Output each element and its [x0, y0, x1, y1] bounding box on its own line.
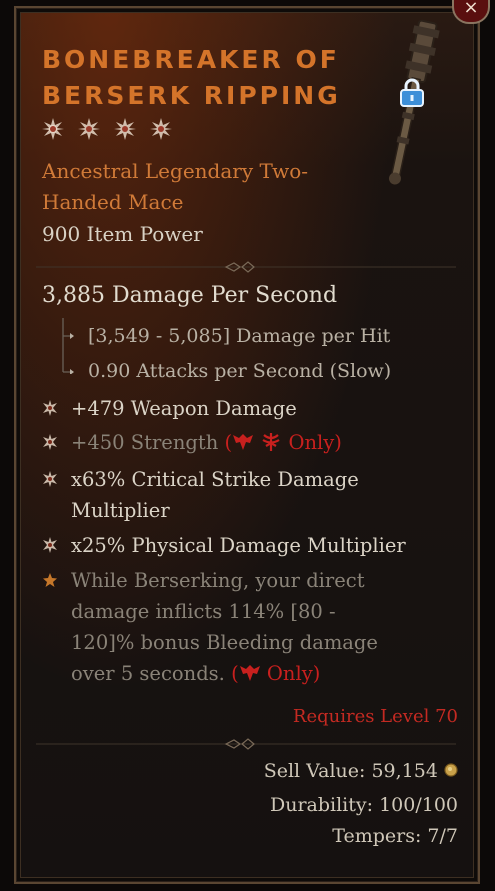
aspect-legendary-power: While Berserking, your direct damage inf… [42, 565, 392, 689]
affix-bullet-icon [43, 434, 57, 450]
aspect-text: While Berserking, your direct damage inf… [71, 569, 378, 685]
druid-class-icon [262, 433, 280, 451]
level-requirement: Requires Level 70 [292, 706, 458, 727]
close-icon[interactable]: × [463, 0, 478, 18]
affix-strength: +450 Strength ( Only) [42, 427, 422, 458]
stat-tree-connector [62, 318, 74, 374]
durability: Durability: 100/100 [269, 794, 458, 816]
item-stars [42, 118, 172, 140]
star-icon [114, 118, 136, 140]
item-power: 900 Item Power [42, 222, 203, 246]
tempers: Tempers: 7/7 [332, 825, 458, 847]
star-icon [150, 118, 172, 140]
section-divider [36, 261, 456, 273]
section-divider [36, 738, 456, 750]
lock-icon[interactable] [398, 78, 426, 108]
dps-value: 3,885 Damage Per Second [42, 283, 338, 308]
damage-per-hit: [3,549 - 5,085] Damage per Hit [88, 325, 391, 347]
close-button[interactable]: × [452, 0, 490, 24]
affix-weapon-damage: +479 Weapon Damage [42, 393, 422, 424]
legendary-aspect-icon [43, 573, 57, 587]
affix-bullet-icon [43, 471, 57, 487]
gold-icon [444, 763, 458, 777]
affix-bullet-icon [43, 400, 57, 416]
sell-value: Sell Value: 59,154 [264, 760, 458, 782]
star-icon [78, 118, 100, 140]
affix-bullet-icon [43, 537, 57, 553]
item-title: BONEBREAKER OF BERSERK RIPPING [42, 45, 341, 110]
star-icon [42, 118, 64, 140]
affix-strength-text: +450 Strength [71, 431, 219, 454]
affix-critical-strike: x63% Critical Strike Damage Multiplier [42, 464, 422, 526]
barbarian-class-icon [233, 434, 254, 450]
affix-physical-damage: x25% Physical Damage Multiplier [42, 530, 422, 561]
barbarian-class-icon [239, 665, 260, 681]
item-type: Ancestral Legendary Two-Handed Mace [42, 159, 309, 214]
attacks-per-second: 0.90 Attacks per Second (Slow) [88, 360, 392, 382]
